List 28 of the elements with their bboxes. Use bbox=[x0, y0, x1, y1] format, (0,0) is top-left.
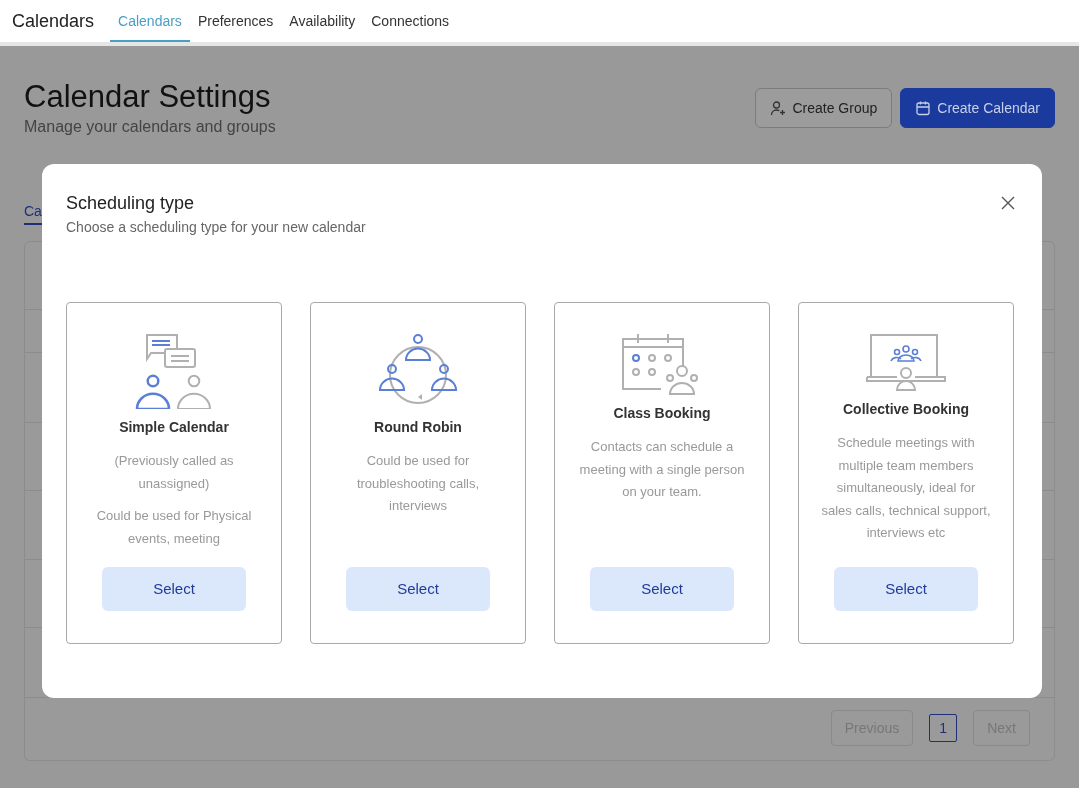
option-title: Collective Booking bbox=[843, 400, 969, 419]
app-title: Calendars bbox=[11, 9, 96, 33]
option-title: Round Robin bbox=[374, 418, 462, 437]
create-calendar-button[interactable]: Create Calendar bbox=[900, 88, 1055, 128]
calendar-icon bbox=[915, 100, 932, 116]
close-icon bbox=[1000, 194, 1016, 211]
nav-tab[interactable]: Connections bbox=[363, 2, 458, 42]
nav-tab[interactable]: Availability bbox=[281, 2, 364, 42]
select-button[interactable]: Select bbox=[834, 567, 978, 611]
option-description: Could be used for Physical events, meeting bbox=[95, 507, 253, 548]
option-title: Class Booking bbox=[613, 404, 711, 423]
nav-tab[interactable]: Preferences bbox=[189, 2, 282, 42]
select-button[interactable]: Select bbox=[590, 567, 734, 611]
option-title: Simple Calendar bbox=[119, 418, 229, 437]
option-description: Schedule meetings with multiple team members simultaneously, ideal for sales calls, technical support, interviews etc bbox=[820, 434, 992, 542]
select-button[interactable]: Select bbox=[346, 567, 490, 611]
page-subtitle: Manage your calendars and groups bbox=[24, 117, 276, 138]
page-number[interactable]: 1 bbox=[929, 714, 958, 743]
create-group-button[interactable]: Create Group bbox=[755, 88, 893, 128]
select-button[interactable]: Select bbox=[102, 567, 246, 611]
option-description: Could be used for troubleshooting calls, interviews bbox=[355, 452, 481, 515]
option-description: Contacts can schedule a meeting with a single person on your team. bbox=[578, 438, 746, 501]
page-title: Calendar Settings bbox=[24, 78, 272, 116]
option-description: (Previously called as unassigned) bbox=[113, 452, 235, 493]
modal-subtitle: Choose a scheduling type for your new calendar bbox=[66, 218, 366, 237]
user-plus-icon bbox=[770, 100, 787, 116]
presentation-icon bbox=[865, 333, 947, 391]
modal-title: Scheduling type bbox=[66, 192, 195, 215]
